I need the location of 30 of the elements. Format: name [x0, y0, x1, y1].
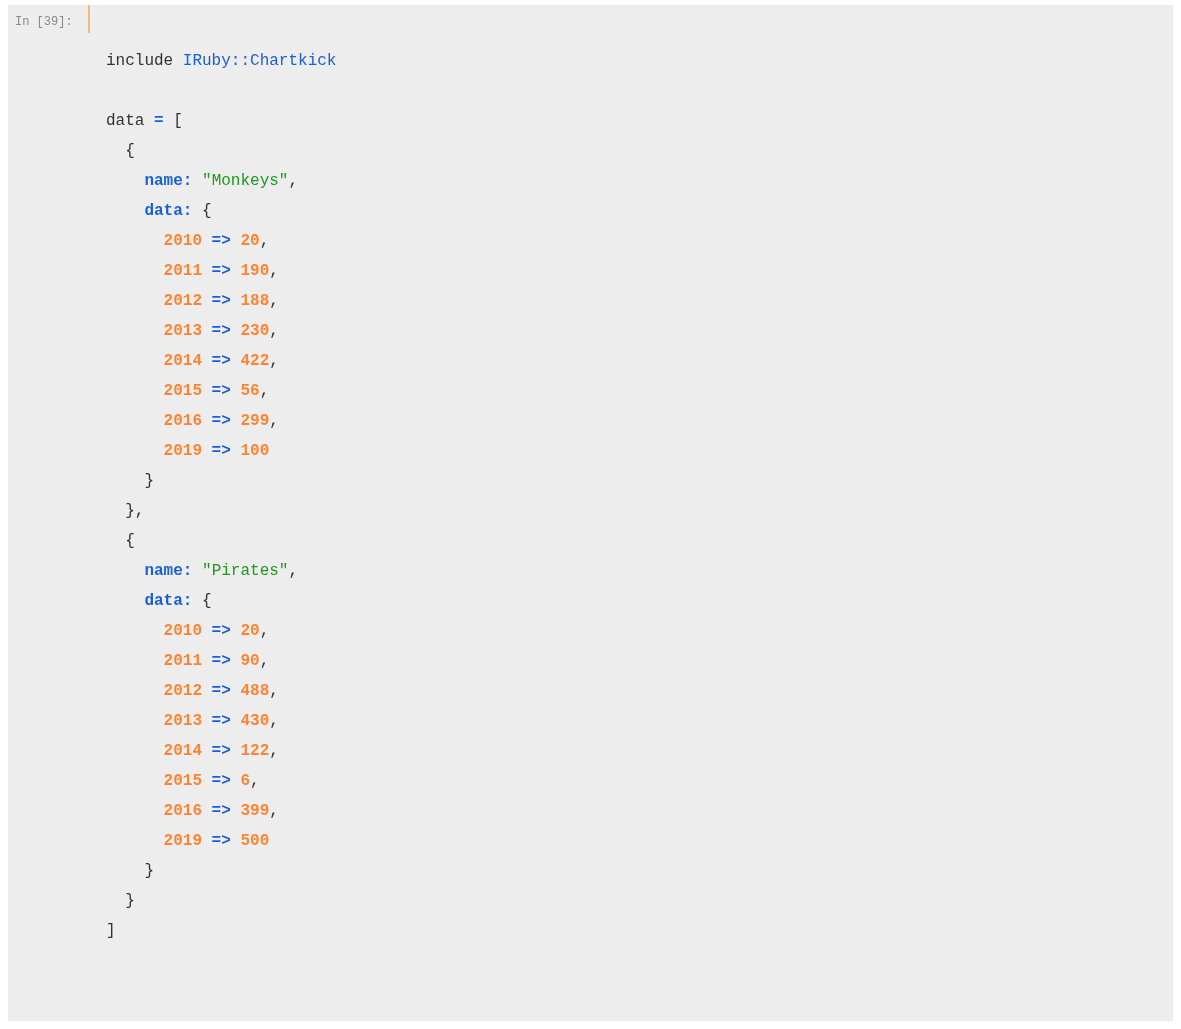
code-line: data: {	[143, 591, 212, 612]
code-line: data: {	[143, 201, 212, 222]
code-line: }	[143, 471, 154, 492]
code-line: 2014 => 422,	[162, 351, 279, 372]
code-line: 2013 => 430,	[162, 711, 279, 732]
code-line: include IRuby::Chartkick	[106, 51, 337, 72]
code-line: 2019 => 500	[162, 831, 270, 852]
code-line: }	[124, 891, 135, 912]
code-line: 2010 => 20,	[162, 231, 270, 252]
code-line: 2011 => 190,	[162, 261, 279, 282]
code-line: name: "Pirates",	[143, 561, 299, 582]
code-line: {	[124, 141, 135, 162]
code-line: }	[143, 861, 154, 882]
cell-prompt: In [39]:	[15, 15, 73, 31]
code-line: {	[124, 531, 135, 552]
code-line: 2012 => 188,	[162, 291, 279, 312]
code-line: 2015 => 6,	[162, 771, 260, 792]
code-line: data = [	[106, 111, 183, 132]
code-line: 2010 => 20,	[162, 621, 270, 642]
code-line: 2014 => 122,	[162, 741, 279, 762]
code-line: 2011 => 90,	[162, 651, 270, 672]
code-line: ]	[106, 921, 116, 942]
code-line: 2016 => 299,	[162, 411, 279, 432]
code-line: 2016 => 399,	[162, 801, 279, 822]
code-line: },	[124, 501, 145, 522]
code-line: 2013 => 230,	[162, 321, 279, 342]
code-line: 2012 => 488,	[162, 681, 279, 702]
code-line: 2015 => 56,	[162, 381, 270, 402]
code-line: 2019 => 100	[162, 441, 270, 462]
code-line: name: "Monkeys",	[143, 171, 299, 192]
